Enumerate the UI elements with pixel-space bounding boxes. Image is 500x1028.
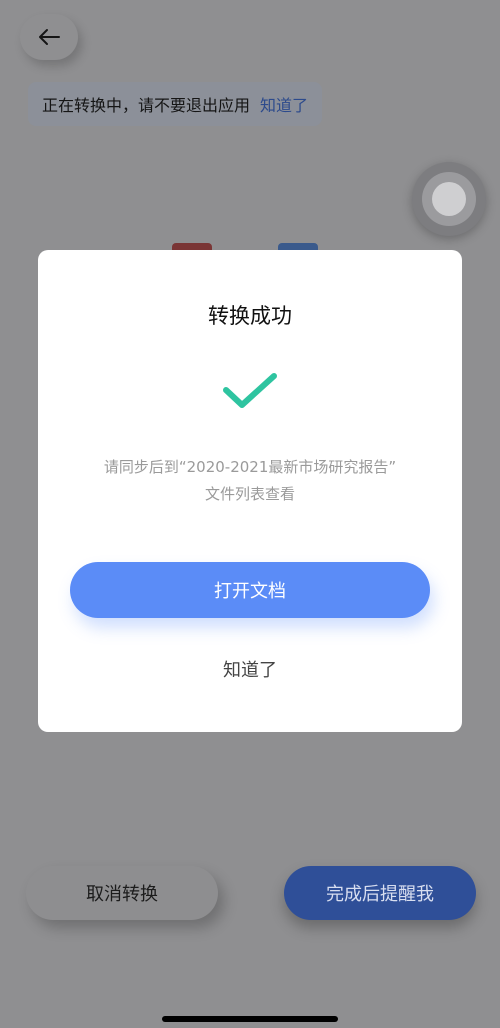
home-indicator [162, 1016, 338, 1022]
dismiss-button[interactable]: 知道了 [188, 654, 312, 688]
cancel-conversion-button[interactable]: 取消转换 [26, 866, 218, 920]
conversion-notice: 正在转换中，请不要退出应用 知道了 [28, 82, 323, 126]
dialog-message-line-1: 请同步后到“2020-2021最新市场研究报告” [103, 458, 397, 476]
dialog-message-line-2: 文件列表查看 [204, 485, 295, 503]
dialog-title: 转换成功 [208, 304, 292, 328]
success-dialog: 转换成功 请同步后到“2020-2021最新市场研究报告” 文件列表查看 打开文… [38, 250, 462, 732]
dialog-message: 请同步后到“2020-2021最新市场研究报告” 文件列表查看 [58, 454, 442, 508]
back-button[interactable] [20, 14, 78, 60]
notice-dismiss-link[interactable]: 知道了 [260, 92, 308, 116]
checkmark-icon [223, 373, 277, 408]
open-document-button[interactable]: 打开文档 [70, 562, 430, 618]
remind-me-button[interactable]: 完成后提醒我 [284, 866, 476, 920]
notice-text: 正在转换中，请不要退出应用 [42, 96, 251, 115]
floating-ball-icon[interactable] [412, 162, 486, 236]
arrow-left-icon [39, 29, 60, 45]
